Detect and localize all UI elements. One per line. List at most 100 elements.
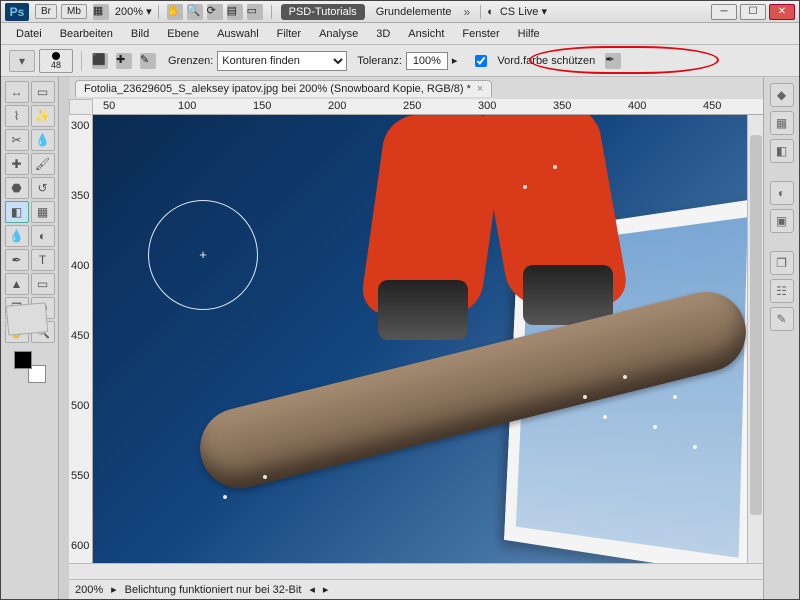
stamp-tool[interactable]: ⬣	[5, 177, 29, 199]
close-button[interactable]: ✕	[769, 4, 795, 20]
history-brush-tool[interactable]: ↺	[31, 177, 55, 199]
zoom-tool[interactable]: 🔍	[31, 321, 55, 343]
image-boot	[378, 280, 468, 340]
rotate-icon[interactable]: ⟳	[207, 4, 223, 20]
brush-tool[interactable]: 🖌	[31, 153, 55, 175]
bridge-button[interactable]: Br	[35, 4, 57, 19]
minimize-button[interactable]: ─	[711, 4, 737, 20]
status-message: Belichtung funktioniert nur bei 32-Bit	[125, 584, 302, 596]
gradient-tool[interactable]: ▦	[31, 201, 55, 223]
vordfarbe-label: Vord.farbe schützen	[497, 55, 595, 67]
menu-filter[interactable]: Filter	[268, 26, 310, 42]
swatches-panel-icon[interactable]: ▦	[770, 111, 794, 135]
hand-tool[interactable]: ✋	[5, 321, 29, 343]
brush-size-label: 48	[51, 60, 61, 70]
menu-3d[interactable]: 3D	[367, 26, 399, 42]
tool-preset-picker[interactable]: ▾	[9, 50, 35, 72]
marquee-tool[interactable]: ▭	[31, 81, 55, 103]
masks-panel-icon[interactable]: ▣	[770, 209, 794, 233]
workspace-more[interactable]: »	[464, 5, 471, 19]
shape-tool[interactable]: ▭	[31, 273, 55, 295]
workspace-grundelemente[interactable]: Grundelemente	[368, 4, 460, 20]
screen-mode-icon[interactable]: ▭	[247, 4, 263, 20]
pen-tool[interactable]: ✒	[5, 249, 29, 271]
toleranz-input[interactable]	[406, 52, 448, 70]
menu-bearbeiten[interactable]: Bearbeiten	[51, 26, 122, 42]
separator	[271, 5, 272, 19]
horizontal-ruler[interactable]: 50 100 150 200 250 300 350 400 450	[93, 99, 763, 115]
channels-panel-icon[interactable]: ☷	[770, 279, 794, 303]
layers-panel-icon[interactable]: ❐	[770, 251, 794, 275]
grenzen-label: Grenzen:	[168, 55, 213, 67]
status-nav-right[interactable]: ▸	[323, 583, 329, 596]
menu-ansicht[interactable]: Ansicht	[399, 26, 453, 42]
canvas[interactable]	[93, 115, 747, 563]
magic-wand-tool[interactable]: ✨	[31, 105, 55, 127]
maximize-button[interactable]: ☐	[740, 4, 766, 20]
sampling-bgswatch-icon[interactable]: ✎	[140, 53, 156, 69]
vordfarbe-checkbox[interactable]	[475, 55, 487, 67]
adjustments-panel-icon[interactable]: ◐	[770, 181, 794, 205]
menu-auswahl[interactable]: Auswahl	[208, 26, 268, 42]
cslive-icon[interactable]: ◐	[487, 6, 494, 18]
brush-cursor	[148, 200, 258, 310]
sampling-once-icon[interactable]: ✚	[116, 53, 132, 69]
app-logo: Ps	[5, 3, 29, 21]
document-tab[interactable]: Fotolia_23629605_S_aleksey ipatov.jpg be…	[75, 80, 492, 97]
vertical-ruler[interactable]: 300 350 400 450 500 550 600	[69, 115, 93, 563]
zoom-icon[interactable]: 🔍	[187, 4, 203, 20]
menu-fenster[interactable]: Fenster	[453, 26, 508, 42]
workspace-tutorials[interactable]: PSD-Tutorials	[281, 4, 365, 20]
toleranz-arrow[interactable]: ▸	[452, 54, 458, 67]
color-swatch[interactable]	[14, 351, 46, 383]
hand-icon[interactable]: ✋	[167, 4, 183, 20]
menu-analyse[interactable]: Analyse	[310, 26, 367, 42]
color-panel-icon[interactable]: ◆	[770, 83, 794, 107]
background-eraser-tool[interactable]: ◧	[5, 201, 29, 223]
pressure-icon[interactable]: ✒	[605, 53, 621, 69]
menu-ebene[interactable]: Ebene	[158, 26, 208, 42]
status-bar: 200% ▸ Belichtung funktioniert nur bei 3…	[69, 579, 763, 599]
crop-tool[interactable]: ✂	[5, 129, 29, 151]
toleranz-label: Toleranz:	[357, 55, 402, 67]
paths-panel-icon[interactable]: ✎	[770, 307, 794, 331]
type-tool[interactable]: T	[31, 249, 55, 271]
document-title: Fotolia_23629605_S_aleksey ipatov.jpg be…	[84, 83, 471, 95]
tools-panel: ↔ ▭ ⌇ ✨ ✂ 💧 ✚ 🖌 ⬣ ↺ ◧ ▦ 💧 ◐ ✒ T ▲ ▭ ❒ ⎋	[1, 77, 59, 599]
document-tab-row: Fotolia_23629605_S_aleksey ipatov.jpg be…	[69, 77, 763, 99]
separator	[480, 5, 481, 19]
healing-tool[interactable]: ✚	[5, 153, 29, 175]
horizontal-scrollbar[interactable]	[69, 563, 763, 579]
status-zoom[interactable]: 200%	[75, 584, 103, 596]
minibridge-button[interactable]: Mb	[61, 4, 87, 19]
vertical-scrollbar[interactable]	[747, 115, 763, 563]
3d-tool[interactable]: ❒	[5, 297, 29, 319]
styles-panel-icon[interactable]: ◧	[770, 139, 794, 163]
path-select-tool[interactable]: ▲	[5, 273, 29, 295]
right-dock: ◆ ▦ ◧ ◐ ▣ ❐ ☷ ✎	[763, 77, 799, 599]
separator	[81, 51, 82, 71]
grenzen-dropdown[interactable]: Konturen finden	[217, 51, 347, 71]
menu-bild[interactable]: Bild	[122, 26, 158, 42]
move-tool[interactable]: ↔	[5, 81, 29, 103]
blur-tool[interactable]: 💧	[5, 225, 29, 247]
status-nav-left[interactable]: ◂	[309, 583, 315, 596]
zoom-dropdown[interactable]: 200% ▾	[115, 5, 152, 18]
options-bar: ▾ 48 ⬛ ✚ ✎ Grenzen: Konturen finden Tole…	[1, 45, 799, 77]
cslive-button[interactable]: CS Live ▾	[500, 5, 547, 18]
brush-preset-picker[interactable]: 48	[39, 49, 73, 73]
status-arrow[interactable]: ▸	[111, 583, 117, 596]
close-tab-icon[interactable]: ×	[477, 83, 483, 95]
3d-camera-tool[interactable]: ⎋	[31, 297, 55, 319]
lasso-tool[interactable]: ⌇	[5, 105, 29, 127]
ruler-origin[interactable]	[69, 99, 93, 115]
menu-hilfe[interactable]: Hilfe	[509, 26, 549, 42]
workspace-icon[interactable]: ▦	[93, 4, 109, 20]
brush-preview-icon	[52, 52, 60, 60]
sampling-continuous-icon[interactable]: ⬛	[92, 53, 108, 69]
dodge-tool[interactable]: ◐	[31, 225, 55, 247]
menu-datei[interactable]: Datei	[7, 26, 51, 42]
fg-color[interactable]	[14, 351, 32, 369]
arrange-icon[interactable]: ▤	[227, 4, 243, 20]
eyedropper-tool[interactable]: 💧	[31, 129, 55, 151]
